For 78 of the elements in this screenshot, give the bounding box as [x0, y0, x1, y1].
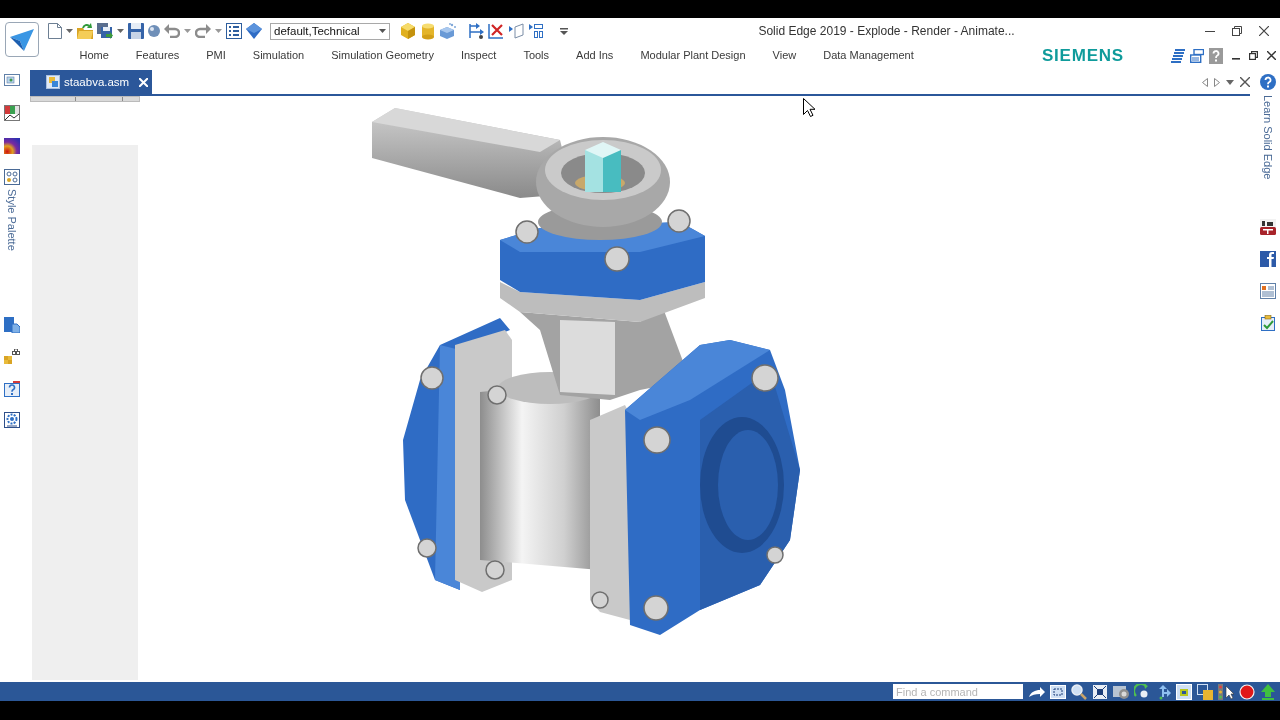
caret-icon[interactable] [215, 29, 222, 33]
ribbon-tab[interactable]: Home [66, 45, 123, 66]
view-tile-icon[interactable] [1113, 683, 1129, 700]
layout-icon[interactable] [528, 23, 544, 39]
frame-icon[interactable] [508, 23, 524, 39]
flow-arrows-icon[interactable] [468, 23, 484, 39]
layer-icon[interactable] [1176, 683, 1192, 700]
blocks-icon[interactable] [4, 348, 20, 365]
previous-arrow-icon[interactable] [1202, 77, 1208, 87]
redo-icon[interactable] [195, 24, 211, 38]
cascade-windows-icon[interactable] [1171, 48, 1185, 63]
caret-icon[interactable] [117, 29, 124, 33]
save-all-icon[interactable] [97, 23, 113, 39]
close-icon[interactable] [1267, 51, 1276, 60]
up-arrow-icon[interactable] [1260, 683, 1276, 700]
new-document-icon[interactable] [48, 23, 62, 39]
undo-icon[interactable] [164, 24, 180, 38]
ribbon-tab[interactable]: PMI [192, 45, 240, 66]
cube-icon[interactable] [400, 23, 416, 39]
diamond-icon[interactable] [246, 23, 262, 39]
social-logo-icon[interactable] [1259, 251, 1276, 268]
rotate-icon[interactable] [1134, 683, 1150, 700]
brand-wordmark: SIEMENS [1041, 45, 1124, 66]
caret-icon[interactable] [1226, 79, 1234, 85]
save-icon[interactable] [128, 23, 144, 39]
caret-icon[interactable] [184, 29, 191, 33]
documents-icon[interactable] [4, 316, 20, 333]
caret-icon [379, 29, 386, 33]
zoom-icon[interactable] [1071, 683, 1087, 700]
image-icon[interactable] [4, 72, 20, 88]
restore-icon[interactable] [1249, 51, 1258, 60]
zoom-area-icon[interactable] [1050, 683, 1066, 700]
command-search-field[interactable]: Find a command [893, 684, 1023, 699]
ribbon-tab[interactable]: View [759, 45, 810, 66]
window-title: Solid Edge 2019 - Explode - Render - Animate... [757, 24, 1016, 38]
style-palette-tab[interactable]: Style Palette [6, 189, 18, 251]
video-logo-icon[interactable] [1259, 219, 1276, 236]
restore-icon[interactable] [1232, 26, 1242, 36]
close-icon[interactable] [1240, 77, 1250, 87]
customize-caret-icon[interactable] [560, 27, 568, 35]
assembly-file-icon [46, 75, 60, 89]
learn-panel-tab[interactable]: Learn Solid Edge [1261, 95, 1274, 180]
ball-icon[interactable] [148, 25, 160, 37]
paper-plane-icon [10, 28, 34, 51]
application-menu-button[interactable] [5, 22, 39, 57]
ribbon-tab[interactable]: Data Management [809, 45, 928, 66]
ribbon-tab[interactable]: Simulation [239, 45, 318, 66]
gear-icon[interactable] [4, 411, 20, 428]
next-arrow-icon[interactable] [1214, 77, 1220, 87]
ribbon-tab[interactable]: Inspect [447, 45, 510, 66]
help-icon[interactable] [1259, 74, 1276, 90]
dots-palette-icon[interactable] [4, 169, 20, 185]
record-icon[interactable] [1239, 683, 1255, 700]
ribbon-tab[interactable]: Add Ins [562, 45, 627, 66]
document-tab[interactable]: staabva.asm [30, 70, 152, 94]
news-icon[interactable] [1259, 283, 1276, 300]
open-folder-icon[interactable] [77, 23, 93, 39]
go-arrow-icon[interactable] [1029, 685, 1045, 698]
list-icon[interactable] [226, 23, 242, 39]
close-icon[interactable] [1259, 26, 1269, 36]
caret-icon[interactable] [66, 29, 73, 33]
ribbon-tab[interactable]: Tools [509, 45, 563, 66]
delete-link-icon[interactable] [488, 23, 504, 39]
splitter-handle[interactable] [30, 96, 140, 102]
ribbon-tab[interactable]: Simulation Geometry [317, 45, 448, 66]
ribbon-tab[interactable]: Modular Plant Design [626, 45, 760, 66]
clipboard-check-icon[interactable] [1259, 315, 1276, 332]
select-cursor-icon[interactable] [1218, 683, 1234, 700]
help-icon[interactable] [1209, 47, 1223, 64]
fit-view-icon[interactable] [1092, 683, 1108, 700]
sparkle-cube-icon[interactable] [440, 23, 456, 39]
gradient-icon[interactable] [4, 138, 20, 154]
style-dropdown[interactable]: default,Technical [270, 22, 390, 40]
overlap-squares-icon[interactable] [1197, 683, 1213, 700]
color-chart-icon[interactable] [4, 105, 20, 121]
ribbon-tab[interactable]: Features [122, 45, 193, 66]
tile-windows-icon[interactable] [1190, 48, 1204, 63]
help-folder-icon[interactable] [4, 380, 20, 397]
